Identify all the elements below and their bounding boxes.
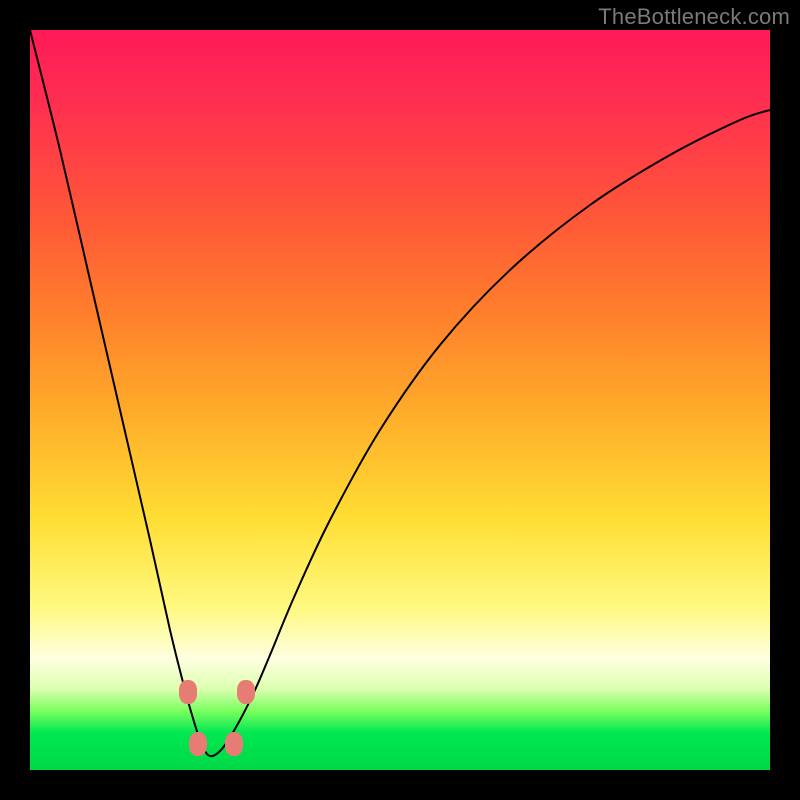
chart-frame: TheBottleneck.com [0,0,800,800]
marker-left-lower [189,732,207,756]
marker-right-lower [225,732,243,756]
watermark-label: TheBottleneck.com [598,4,790,30]
marker-layer [30,30,770,770]
marker-left-upper [179,680,197,704]
marker-right-upper [237,680,255,704]
plot-area [30,30,770,770]
